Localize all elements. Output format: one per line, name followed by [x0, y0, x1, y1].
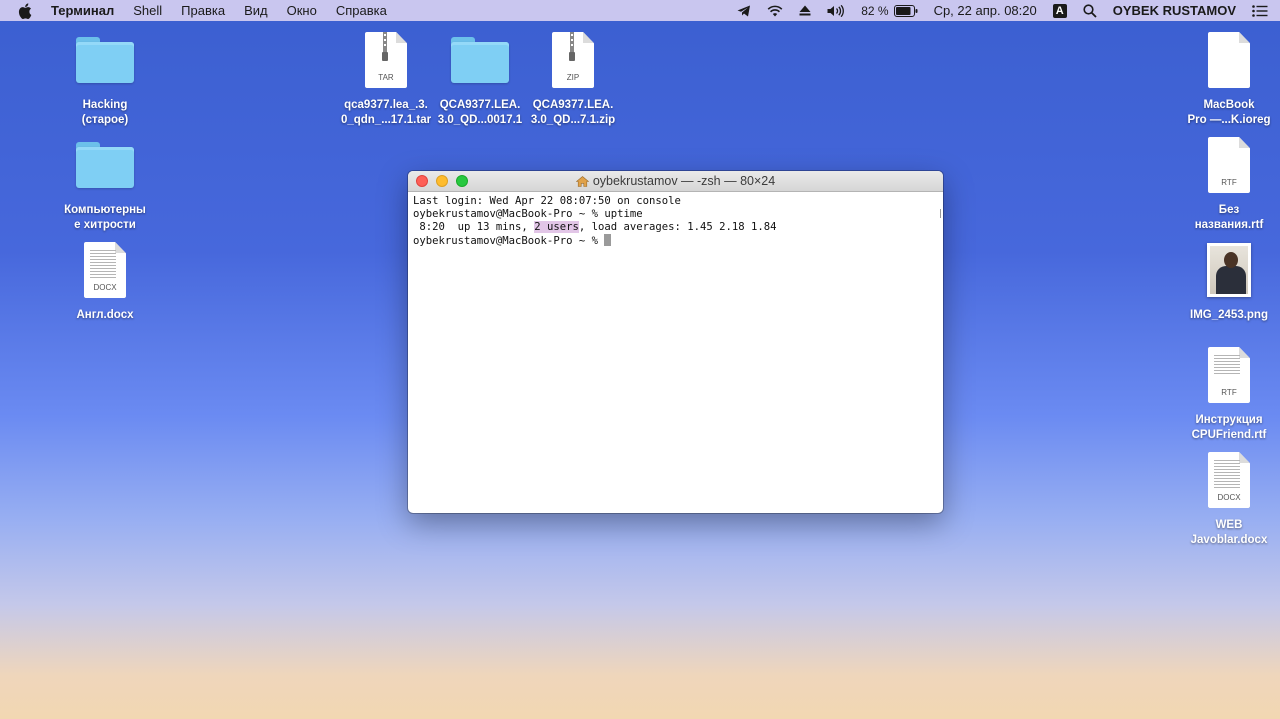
battery-percent: 82 %: [861, 3, 889, 18]
uptime-load: , load averages: 1.45 2.18 1.84: [578, 221, 777, 233]
folder-icon: [76, 142, 134, 188]
desktop-item-label: Инструкция CPUFriend.rtf: [1191, 414, 1267, 441]
rtf-file-icon: RTF: [1208, 347, 1250, 403]
image-thumbnail-icon: [1207, 243, 1251, 297]
desktop-item-qca-folder[interactable]: QCA9377.LEA. 3.0_QD...0017.1: [430, 28, 530, 128]
desktop-item-label: Без названия.rtf: [1194, 204, 1264, 231]
scroll-indicator[interactable]: [940, 209, 941, 218]
desktop-item-computer-tricks-folder[interactable]: Компьютерны е хитрости: [55, 133, 155, 233]
folder-icon: [76, 37, 134, 83]
desktop-item-img-png[interactable]: IMG_2453.png: [1179, 238, 1279, 323]
text-cursor: [604, 234, 612, 246]
file-extension: RTF: [1221, 388, 1237, 397]
terminal-line: 8:20 up 13 mins, 2 users, load averages:…: [413, 221, 938, 234]
docx-file-icon: DOCX: [84, 242, 126, 298]
desktop-item-untitled-rtf[interactable]: RTF Без названия.rtf: [1179, 133, 1279, 233]
terminal-titlebar[interactable]: oybekrustamov — -zsh — 80×24: [408, 171, 943, 192]
user-name[interactable]: OYBEK RUSTAMOV: [1113, 3, 1236, 18]
apple-icon[interactable]: [18, 2, 32, 19]
file-extension: DOCX: [93, 283, 117, 292]
desktop-item-qca-tar[interactable]: TAR qca9377.lea_.3. 0_qdn_...17.1.tar: [336, 28, 436, 128]
desktop-item-angl-docx[interactable]: DOCX Англ.docx: [55, 238, 155, 323]
menu-edit[interactable]: Правка: [181, 3, 225, 18]
rtf-file-icon: RTF: [1208, 137, 1250, 193]
minimize-button[interactable]: [436, 175, 448, 187]
docx-file-icon: DOCX: [1208, 452, 1250, 508]
menu-app-terminal[interactable]: Терминал: [51, 3, 114, 18]
terminal-prompt: oybekrustamov@MacBook-Pro ~ %: [413, 235, 605, 247]
menu-view[interactable]: Вид: [244, 3, 268, 18]
window-title: oybekrustamov — -zsh — 80×24: [575, 174, 776, 188]
desktop-item-label: QCA9377.LEA. 3.0_QD...7.1.zip: [530, 99, 616, 126]
tar-archive-icon: TAR: [365, 32, 407, 88]
desktop-item-label: WEB Javoblar.docx: [1190, 519, 1268, 546]
uptime-users-highlight: 2 users: [534, 221, 579, 233]
desktop-item-label: MacBook Pro —...K.ioreg: [1187, 99, 1271, 126]
list-icon[interactable]: [1252, 4, 1268, 17]
battery-status[interactable]: 82 %: [861, 3, 918, 18]
desktop-item-qca-zip[interactable]: ZIP QCA9377.LEA. 3.0_QD...7.1.zip: [523, 28, 623, 128]
wifi-icon[interactable]: [767, 5, 783, 17]
telegram-icon[interactable]: [737, 5, 751, 17]
desktop-item-label: Англ.docx: [76, 309, 134, 321]
file-extension: ZIP: [566, 73, 580, 82]
desktop-item-web-docx[interactable]: DOCX WEB Javoblar.docx: [1179, 448, 1279, 548]
eject-icon[interactable]: [799, 5, 811, 16]
battery-icon: [893, 4, 918, 17]
file-extension: TAR: [378, 73, 394, 82]
menu-window[interactable]: Окно: [287, 3, 317, 18]
volume-icon[interactable]: [827, 4, 845, 17]
terminal-line: oybekrustamov@MacBook-Pro ~ % uptime: [413, 208, 643, 220]
clock[interactable]: Ср, 22 апр. 08:20: [934, 3, 1037, 18]
desktop-item-label: qca9377.lea_.3. 0_qdn_...17.1.tar: [340, 99, 432, 126]
uptime-time: 8:20 up 13 mins,: [413, 221, 535, 233]
search-icon[interactable]: [1083, 3, 1097, 18]
input-source-badge[interactable]: A: [1052, 3, 1067, 18]
zoom-button[interactable]: [456, 175, 468, 187]
terminal-prompt-line: oybekrustamov@MacBook-Pro ~ %: [413, 234, 938, 248]
terminal-line: Last login: Wed Apr 22 08:07:50 on conso…: [413, 195, 681, 207]
desktop-item-macbook-ioreg[interactable]: MacBook Pro —...K.ioreg: [1179, 28, 1279, 128]
file-extension: DOCX: [1217, 493, 1241, 502]
menu-shell[interactable]: Shell: [133, 3, 162, 18]
folder-icon: [451, 37, 509, 83]
menu-help[interactable]: Справка: [336, 3, 387, 18]
zip-archive-icon: ZIP: [552, 32, 594, 88]
input-source-letter: A: [1052, 3, 1067, 18]
desktop-item-label: Компьютерны е хитрости: [64, 204, 146, 231]
window-title-text: oybekrustamov — -zsh — 80×24: [592, 174, 776, 188]
terminal-window[interactable]: oybekrustamov — -zsh — 80×24 Last login:…: [408, 171, 943, 513]
menu-bar: Терминал Shell Правка Вид Окно Справка 8…: [0, 0, 1280, 21]
desktop-item-cpufriend-rtf[interactable]: RTF Инструкция CPUFriend.rtf: [1179, 343, 1279, 443]
file-extension: RTF: [1221, 178, 1237, 187]
blank-file-icon: [1208, 32, 1250, 88]
desktop-item-label: QCA9377.LEA. 3.0_QD...0017.1: [437, 99, 523, 126]
desktop-item-label: Hacking (старое): [81, 99, 129, 126]
desktop-item-label: IMG_2453.png: [1190, 309, 1268, 321]
home-icon: [575, 175, 589, 187]
desktop-item-hacking-folder[interactable]: Hacking (старое): [55, 28, 155, 128]
close-button[interactable]: [416, 175, 428, 187]
terminal-output[interactable]: Last login: Wed Apr 22 08:07:50 on conso…: [408, 192, 943, 512]
